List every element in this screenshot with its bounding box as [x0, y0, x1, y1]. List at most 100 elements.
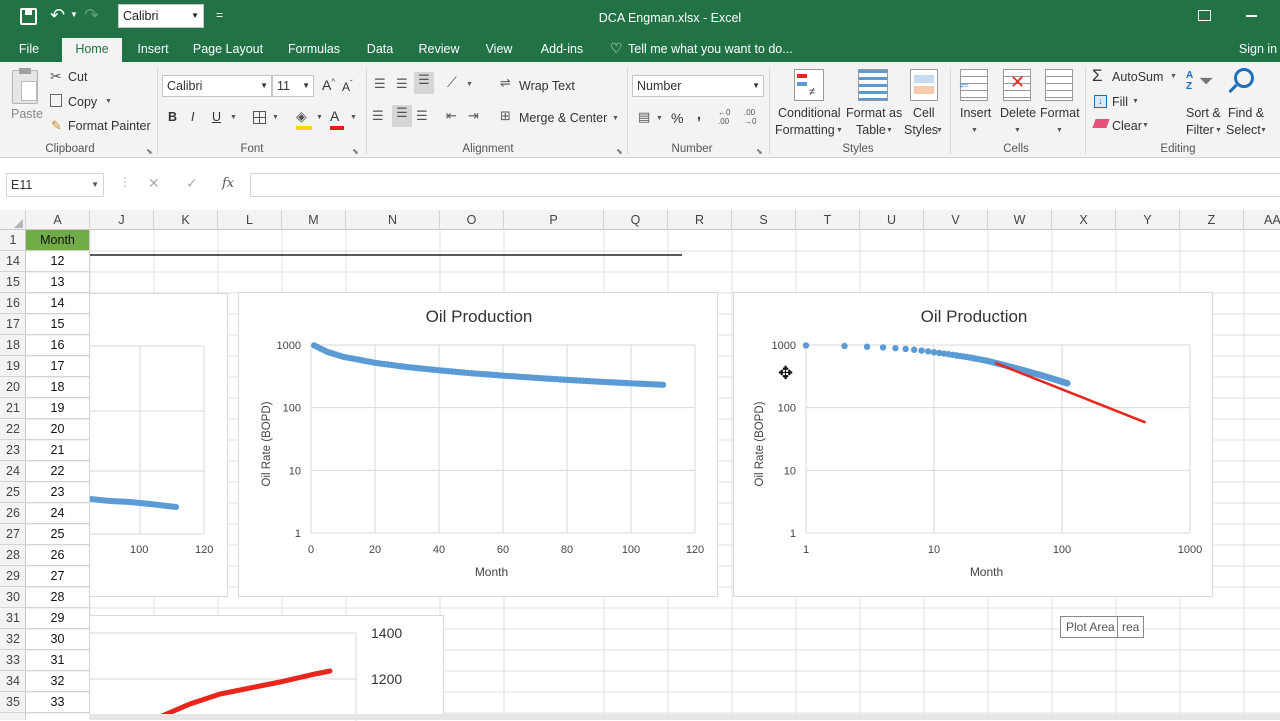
bottom-align-icon[interactable]: ☰ — [414, 72, 434, 94]
undo-dropdown-icon[interactable]: ▼ — [70, 10, 78, 19]
column-header[interactable]: T — [796, 210, 860, 230]
format-cells-button[interactable]: Format — [1040, 106, 1080, 120]
fill-color-icon[interactable]: ◈ — [296, 108, 312, 130]
chevron-down-icon[interactable]: ▼ — [1142, 122, 1149, 129]
cell-month-value[interactable]: 21 — [26, 440, 90, 461]
chevron-down-icon[interactable]: ▼ — [230, 114, 237, 121]
chevron-down-icon[interactable]: ▼ — [936, 127, 943, 134]
wrap-text-icon[interactable]: ⇌ — [500, 75, 511, 91]
grow-font-icon[interactable]: A^ — [322, 77, 335, 93]
row-header[interactable]: 22 — [0, 419, 26, 440]
row-header[interactable]: 1 — [0, 230, 26, 251]
italic-button[interactable]: I — [191, 110, 194, 124]
clear-eraser-icon[interactable] — [1092, 119, 1110, 128]
column-header[interactable]: A — [26, 210, 90, 230]
tab-formulas[interactable]: Formulas — [282, 38, 346, 62]
comma-style-button[interactable]: , — [697, 106, 701, 122]
decrease-indent-icon[interactable]: ⇤ — [446, 108, 457, 124]
cell-month-value[interactable]: 13 — [26, 272, 90, 293]
column-header[interactable]: Q — [604, 210, 668, 230]
column-header[interactable]: V — [924, 210, 988, 230]
formula-bar-handle[interactable]: ⋮ — [119, 175, 131, 189]
column-header[interactable]: Z — [1180, 210, 1244, 230]
confirm-entry-icon[interactable]: ✓ — [186, 175, 198, 192]
tell-me-search[interactable]: Tell me what you want to do... — [628, 38, 794, 62]
merge-center-icon[interactable]: ⊞ — [500, 108, 511, 124]
cell-month-value[interactable]: 32 — [26, 671, 90, 692]
cell-styles-line1[interactable]: Cell — [913, 106, 935, 120]
chevron-down-icon[interactable]: ▼ — [1014, 127, 1021, 134]
paste-button[interactable]: Paste — [11, 107, 43, 121]
tab-home[interactable]: Home — [62, 38, 122, 62]
row-header[interactable]: 34 — [0, 671, 26, 692]
wrap-text-button[interactable]: Wrap Text — [519, 79, 575, 93]
tab-page-layout[interactable]: Page Layout — [188, 38, 268, 62]
sort-filter-line2[interactable]: Filter — [1186, 123, 1214, 137]
column-header[interactable]: AA — [1244, 210, 1280, 230]
dialog-launcher-icon[interactable]: ⬊ — [146, 147, 153, 156]
cell-styles-icon[interactable] — [910, 69, 938, 101]
cell-month-value[interactable]: 17 — [26, 356, 90, 377]
chevron-down-icon[interactable]: ▼ — [272, 114, 279, 121]
cell-month-value[interactable]: 28 — [26, 587, 90, 608]
chevron-down-icon[interactable]: ▼ — [1215, 127, 1222, 134]
borders-icon[interactable] — [253, 111, 266, 124]
shrink-font-icon[interactable]: Aˇ — [342, 79, 353, 94]
column-header[interactable]: W — [988, 210, 1052, 230]
chevron-down-icon[interactable]: ▼ — [1056, 127, 1063, 134]
chevron-down-icon[interactable]: ▼ — [1132, 98, 1139, 105]
middle-align-icon[interactable]: ☰ — [396, 76, 408, 92]
conditional-formatting-line2[interactable]: Formatting — [775, 123, 835, 137]
chevron-down-icon[interactable]: ▼ — [466, 81, 473, 88]
row-header[interactable]: 18 — [0, 335, 26, 356]
row-header[interactable]: 30 — [0, 587, 26, 608]
chevron-down-icon[interactable]: ▼ — [316, 114, 323, 121]
clear-button[interactable]: Clear — [1112, 119, 1142, 133]
chart-oil-production-semilog[interactable]: Oil Production 1 10 100 1000 0 20 40 60 80 100 120… — [238, 292, 718, 597]
cell-month-value[interactable]: 19 — [26, 398, 90, 419]
minimize-icon[interactable] — [1246, 15, 1257, 17]
insert-function-button[interactable]: fx — [222, 176, 234, 191]
cell-month-value[interactable]: 27 — [26, 566, 90, 587]
name-box[interactable]: E11 ▼ — [6, 173, 104, 197]
copy-icon[interactable] — [50, 94, 62, 107]
cell-month-value[interactable]: 29 — [26, 608, 90, 629]
select-all-corner[interactable] — [0, 210, 26, 230]
top-align-icon[interactable]: ☰ — [374, 76, 386, 92]
sign-in-link[interactable]: Sign in — [1236, 38, 1280, 62]
column-header[interactable]: S — [732, 210, 796, 230]
row-header[interactable]: 32 — [0, 629, 26, 650]
tab-data[interactable]: Data — [360, 38, 400, 62]
row-header[interactable]: 29 — [0, 566, 26, 587]
format-painter-icon[interactable]: ✎ — [51, 118, 62, 134]
chart-partial-bottom[interactable]: 1400 1200 — [90, 615, 444, 721]
chevron-down-icon[interactable]: ▼ — [105, 98, 112, 105]
row-header[interactable]: 31 — [0, 608, 26, 629]
horizontal-scrollbar[interactable] — [90, 714, 1280, 720]
format-as-table-line1[interactable]: Format as — [846, 106, 902, 120]
format-cells-icon[interactable] — [1045, 69, 1073, 101]
underline-button[interactable]: U — [212, 110, 221, 124]
undo-icon[interactable]: ↶ — [50, 5, 65, 26]
formula-input[interactable] — [250, 173, 1280, 197]
decrease-decimal-icon[interactable]: .00 →0 — [744, 108, 756, 126]
increase-indent-icon[interactable]: ⇥ — [468, 108, 479, 124]
chevron-down-icon[interactable]: ▼ — [971, 127, 978, 134]
row-header[interactable]: 23 — [0, 440, 26, 461]
chevron-down-icon[interactable]: ▼ — [886, 127, 893, 134]
cell-month-value[interactable]: 24 — [26, 503, 90, 524]
chart-partial-left[interactable]: 100 120 — [90, 293, 228, 597]
row-header[interactable]: 33 — [0, 650, 26, 671]
conditional-formatting-line1[interactable]: Conditional — [778, 106, 841, 120]
column-header[interactable]: U — [860, 210, 924, 230]
row-header[interactable]: 14 — [0, 251, 26, 272]
row-header[interactable]: 24 — [0, 461, 26, 482]
dialog-launcher-icon[interactable]: ⬊ — [616, 147, 623, 156]
font-name-combo[interactable]: Calibri ▼ — [162, 75, 272, 97]
cut-icon[interactable]: ✂ — [50, 68, 62, 85]
row-header[interactable]: 21 — [0, 398, 26, 419]
percent-style-button[interactable]: % — [671, 110, 683, 126]
cancel-entry-icon[interactable]: ✕ — [148, 175, 160, 192]
cell-month-value[interactable]: 30 — [26, 629, 90, 650]
cell-month-value[interactable]: 26 — [26, 545, 90, 566]
